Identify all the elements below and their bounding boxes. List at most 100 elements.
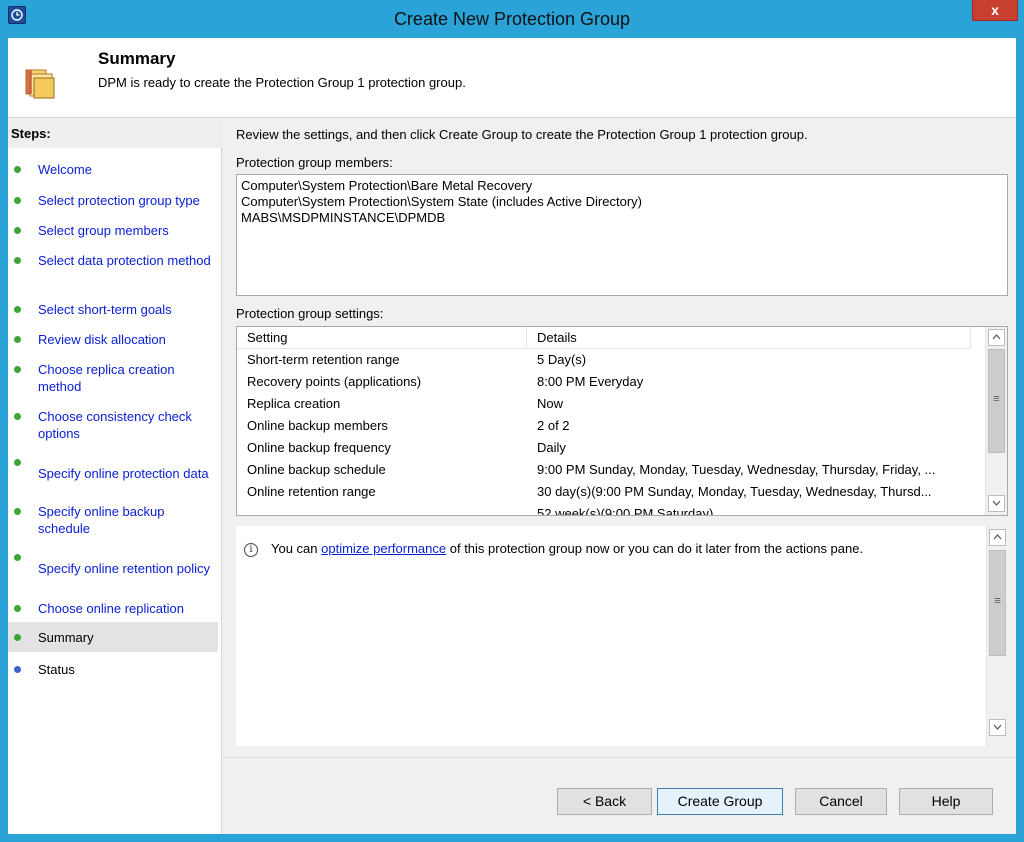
chevron-down-icon <box>993 724 1002 730</box>
step-label[interactable]: Choose replica creation method <box>38 361 220 395</box>
details-cell: 2 of 2 <box>537 418 570 433</box>
step-done-icon <box>14 459 21 466</box>
optimize-performance-link[interactable]: optimize performance <box>321 541 446 556</box>
step-done-icon <box>14 166 21 173</box>
step-done-icon <box>14 197 21 204</box>
step-choose-online-replication[interactable]: Choose online replication <box>8 600 218 620</box>
settings-label: Protection group settings: <box>236 306 384 321</box>
step-label[interactable]: Select short-term goals <box>38 301 220 318</box>
dialog-client: Summary DPM is ready to create the Prote… <box>8 38 1016 834</box>
chevron-up-icon <box>993 534 1002 540</box>
step-specify-online-backup-schedule[interactable]: Specify online backup schedule <box>8 503 218 539</box>
table-row[interactable]: Online backup schedule 9:00 PM Sunday, M… <box>237 459 985 481</box>
main-pane: Review the settings, and then click Crea… <box>223 119 1016 834</box>
scroll-thumb[interactable]: ≡ <box>988 349 1005 453</box>
close-button[interactable]: x <box>972 0 1018 21</box>
step-label[interactable]: Specify online backup schedule <box>38 503 220 537</box>
members-list[interactable]: Computer\System Protection\Bare Metal Re… <box>236 174 1008 296</box>
steps-pane: Steps: Welcome Select protection group t… <box>8 119 222 834</box>
settings-scrollbar[interactable]: ≡ <box>985 327 1007 515</box>
step-label[interactable]: Specify online retention policy <box>38 560 220 577</box>
info-scrollbar[interactable]: ≡ <box>986 526 1008 746</box>
settings-table[interactable]: Setting Details Short-term retention ran… <box>236 326 1008 516</box>
step-label[interactable]: Specify online protection data <box>38 465 220 482</box>
details-cell: 30 day(s)(9:00 PM Sunday, Monday, Tuesda… <box>537 484 932 499</box>
chevron-up-icon <box>992 334 1001 340</box>
step-specify-online-retention-policy[interactable]: Specify online retention policy <box>8 549 218 585</box>
setting-cell: Short-term retention range <box>247 352 400 367</box>
step-done-icon <box>14 366 21 373</box>
step-label[interactable]: Select group members <box>38 222 220 239</box>
step-done-icon <box>14 605 21 612</box>
step-review-disk-allocation[interactable]: Review disk allocation <box>8 331 218 351</box>
step-summary[interactable]: Summary <box>8 622 218 652</box>
info-text-before: You can <box>271 541 322 556</box>
table-row[interactable]: 52 week(s)(9:00 PM Saturday) <box>237 503 985 516</box>
step-select-group-members[interactable]: Select group members <box>8 222 218 242</box>
grip-icon: ≡ <box>993 393 1000 405</box>
step-choose-consistency-check-options[interactable]: Choose consistency check options <box>8 408 218 444</box>
member-item: Computer\System Protection\System State … <box>241 194 642 209</box>
column-header-setting[interactable]: Setting <box>237 327 527 349</box>
step-done-icon <box>14 257 21 264</box>
step-label[interactable]: Status <box>38 661 220 678</box>
title-bar[interactable]: Create New Protection Group x <box>0 0 1024 38</box>
step-label[interactable]: Summary <box>38 629 220 646</box>
details-cell: 52 week(s)(9:00 PM Saturday) <box>537 506 714 516</box>
setting-cell: Online backup frequency <box>247 440 391 455</box>
step-label[interactable]: Select protection group type <box>38 192 220 209</box>
step-status[interactable]: Status <box>8 661 218 681</box>
step-done-icon <box>14 508 21 515</box>
setting-cell: Online backup schedule <box>247 462 386 477</box>
details-cell: Daily <box>537 440 566 455</box>
grip-icon: ≡ <box>994 595 1001 607</box>
step-select-short-term-goals[interactable]: Select short-term goals <box>8 301 218 321</box>
info-text-after: of this protection group now or you can … <box>446 541 864 556</box>
member-item: Computer\System Protection\Bare Metal Re… <box>241 178 533 193</box>
table-row[interactable]: Recovery points (applications) 8:00 PM E… <box>237 371 985 393</box>
table-row[interactable]: Short-term retention range 5 Day(s) <box>237 349 985 371</box>
step-done-icon <box>14 554 21 561</box>
step-choose-replica-creation-method[interactable]: Choose replica creation method <box>8 361 218 397</box>
step-done-icon <box>14 227 21 234</box>
step-done-icon <box>14 306 21 313</box>
step-label[interactable]: Choose consistency check options <box>38 408 220 442</box>
page-title: Summary <box>98 49 176 68</box>
dialog-window: Create New Protection Group x Summary DP… <box>0 0 1024 842</box>
scroll-up-button[interactable] <box>989 529 1006 546</box>
details-cell: 8:00 PM Everyday <box>537 374 644 389</box>
step-specify-online-protection-data[interactable]: Specify online protection data <box>8 454 218 490</box>
folder-icon <box>25 69 55 99</box>
table-row[interactable]: Online retention range 30 day(s)(9:00 PM… <box>237 481 985 503</box>
info-panel: i You can optimize performance of this p… <box>236 526 1008 746</box>
step-label[interactable]: Welcome <box>38 161 220 178</box>
step-select-protection-group-type[interactable]: Select protection group type <box>8 192 218 212</box>
table-row[interactable]: Online backup members 2 of 2 <box>237 415 985 437</box>
details-cell: 5 Day(s) <box>537 352 587 367</box>
step-label[interactable]: Select data protection method <box>38 252 220 269</box>
table-row[interactable]: Replica creation Now <box>237 393 985 415</box>
setting-cell: Online backup members <box>247 418 388 433</box>
step-select-data-protection-method[interactable]: Select data protection method <box>8 252 218 288</box>
info-icon: i <box>244 543 258 557</box>
page-subtitle: DPM is ready to create the Protection Gr… <box>98 75 466 90</box>
step-label[interactable]: Review disk allocation <box>38 331 220 348</box>
scroll-thumb[interactable]: ≡ <box>989 550 1006 656</box>
help-button[interactable]: Help <box>899 788 993 815</box>
scroll-up-button[interactable] <box>988 329 1005 346</box>
intro-text: Review the settings, and then click Crea… <box>236 127 808 142</box>
step-welcome[interactable]: Welcome <box>8 161 218 181</box>
column-header-details[interactable]: Details <box>527 327 971 349</box>
back-button[interactable]: < Back <box>557 788 652 815</box>
scroll-down-button[interactable] <box>989 719 1006 736</box>
step-pending-icon <box>14 666 21 673</box>
cancel-button[interactable]: Cancel <box>795 788 887 815</box>
members-label: Protection group members: <box>236 155 393 170</box>
create-group-button[interactable]: Create Group <box>657 788 783 815</box>
table-row[interactable]: Online backup frequency Daily <box>237 437 985 459</box>
member-item: MABS\MSDPMINSTANCE\DPMDB <box>241 210 446 225</box>
scroll-down-button[interactable] <box>988 495 1005 512</box>
step-label[interactable]: Choose online replication <box>38 600 220 617</box>
step-done-icon <box>14 634 21 641</box>
details-cell: Now <box>537 396 564 411</box>
